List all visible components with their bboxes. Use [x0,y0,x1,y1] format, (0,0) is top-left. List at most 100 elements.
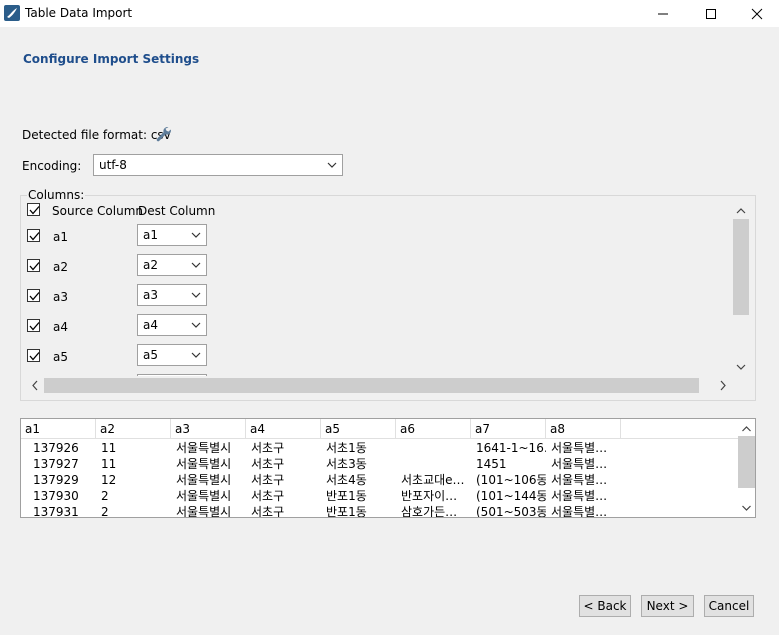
table-cell: 삼호가든… [401,505,458,517]
table-cell: 서초구 [251,505,285,517]
source-column-header: Source Column [52,204,143,218]
chevron-down-icon [190,229,202,244]
minimize-button[interactable] [640,0,686,27]
table-cell: 1641-1~16… [476,441,546,455]
preview-column-header[interactable]: a2 [96,419,171,439]
dest-column-select[interactable]: a4 [137,314,207,336]
chevron-down-icon [190,259,202,274]
table-cell: 반포1동 [326,505,367,517]
table-cell: 서울특별시 [176,489,232,503]
preview-column-header[interactable]: a1 [21,419,96,439]
dest-column-header: Dest Column [138,204,216,218]
table-cell: 서울특별… [551,505,608,517]
dest-column-value: a2 [143,258,158,272]
scroll-down-icon[interactable] [736,364,746,370]
source-column-name: a2 [53,260,68,274]
table-row[interactable]: 137926 11 서울특별시 서초구 서초1동 1641-1~16… 서울특별… [21,440,739,456]
dest-column-select[interactable]: a2 [137,254,207,276]
preview-header-row: a1 a2 a3 a4 a5 a6 a7 a8 [21,419,739,439]
table-cell: 서초구 [251,489,285,503]
dest-column-value: a5 [143,348,158,362]
checkmark-icon [29,262,40,271]
table-cell: 반포1동 [326,489,367,503]
scroll-thumb[interactable] [738,436,755,488]
table-cell: 서초구 [251,441,285,455]
checkmark-icon [29,292,40,301]
preview-vertical-scrollbar[interactable] [738,419,755,517]
table-cell: 137927 [33,457,79,471]
table-cell: 1451 [476,457,507,471]
scroll-right-icon[interactable] [720,380,726,391]
table-cell: 서울특별… [551,473,608,487]
table-row[interactable]: 137929 12 서울특별시 서초구 서초4동 서초교대e… (101~106… [21,472,739,488]
dest-column-select[interactable]: a1 [137,224,207,246]
preview-column-header[interactable]: a4 [246,419,321,439]
preview-column-header[interactable]: a8 [546,419,621,439]
chevron-down-icon [190,319,202,334]
minimize-icon [658,13,668,14]
preview-column-header[interactable]: a5 [321,419,396,439]
scroll-thumb[interactable] [44,378,699,393]
scroll-thumb[interactable] [733,219,749,315]
maximize-button[interactable] [688,0,734,27]
scroll-down-icon[interactable] [742,505,751,511]
table-cell: (101~144동) [476,489,546,503]
table-cell: 2 [101,489,109,503]
table-cell: 서초1동 [326,441,367,455]
encoding-label: Encoding: [22,159,82,173]
table-cell: 서울특별시 [176,441,232,455]
table-cell: (101~106동) [476,473,546,487]
dest-column-select[interactable]: a5 [137,344,207,366]
table-cell: 137929 [33,473,79,487]
table-cell: 137931 [33,505,79,517]
dest-column-value: a3 [143,288,158,302]
table-cell: 서울특별… [551,441,608,455]
columns-vertical-scrollbar[interactable] [733,201,749,376]
source-column-name: a4 [53,320,68,334]
encoding-value: utf-8 [99,158,127,172]
table-cell: 서초구 [251,473,285,487]
table-cell [401,440,471,456]
scroll-up-icon[interactable] [742,426,751,432]
back-button[interactable]: < Back [579,595,631,617]
checkmark-icon [29,352,40,361]
chevron-down-icon [190,289,202,304]
chevron-down-icon [326,159,338,174]
table-cell: 서울특별… [551,489,608,503]
preview-column-header[interactable]: a7 [471,419,546,439]
table-cell: 12 [101,473,117,487]
maximize-icon [706,8,716,19]
table-row[interactable]: 137927 11 서울특별시 서초구 서초3동 1451 서울특별… [21,456,739,472]
wrench-icon[interactable] [154,125,172,146]
select-all-checkbox[interactable] [27,203,40,216]
next-button[interactable]: Next > [641,595,694,617]
columns-horizontal-scrollbar[interactable] [27,377,735,394]
columns-mapping-list: Source Column Dest Column a1 a1 a2 a2 a3… [21,198,733,376]
preview-column-header[interactable]: a3 [171,419,246,439]
column-checkbox[interactable] [27,319,40,332]
dest-column-select[interactable]: a3 [137,284,207,306]
table-cell: 서초4동 [326,473,367,487]
dest-column-value: a4 [143,318,158,332]
close-icon [751,8,763,19]
encoding-select[interactable]: utf-8 [93,154,343,176]
scroll-up-icon[interactable] [736,208,746,214]
close-button[interactable] [734,0,779,27]
table-cell: 서울특별시 [176,457,232,471]
cancel-button[interactable]: Cancel [704,595,754,617]
column-checkbox[interactable] [27,289,40,302]
data-preview-table: a1 a2 a3 a4 a5 a6 a7 a8 137926 11 서울특별시 … [20,418,756,518]
table-row[interactable]: 137931 2 서울특별시 서초구 반포1동 삼호가든… (501~503동)… [21,504,739,517]
table-cell: (501~503동) [476,505,546,517]
source-column-name: a3 [53,290,68,304]
table-row[interactable]: 137930 2 서울특별시 서초구 반포1동 반포자이… (101~144동)… [21,488,739,504]
table-cell: 137926 [33,441,79,455]
dest-column-select-partial[interactable] [137,374,207,376]
scroll-left-icon[interactable] [32,380,38,391]
preview-column-header[interactable]: a6 [396,419,471,439]
page-title: Configure Import Settings [23,52,200,66]
source-column-name: a5 [53,350,68,364]
column-checkbox[interactable] [27,259,40,272]
column-checkbox[interactable] [27,229,40,242]
column-checkbox[interactable] [27,349,40,362]
